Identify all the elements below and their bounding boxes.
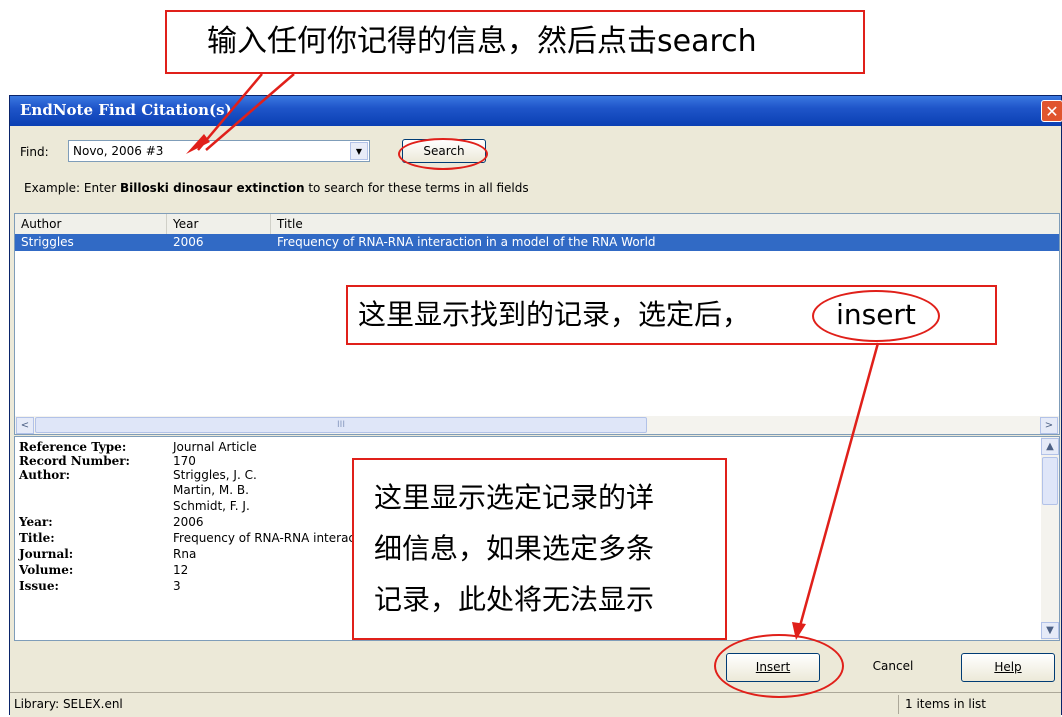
annotation-arrows (186, 73, 880, 640)
arrow-line (197, 73, 263, 151)
arrow-line (798, 342, 880, 627)
arrow-head (186, 134, 210, 154)
arrow-head (792, 622, 806, 640)
arrow-line (205, 73, 295, 151)
